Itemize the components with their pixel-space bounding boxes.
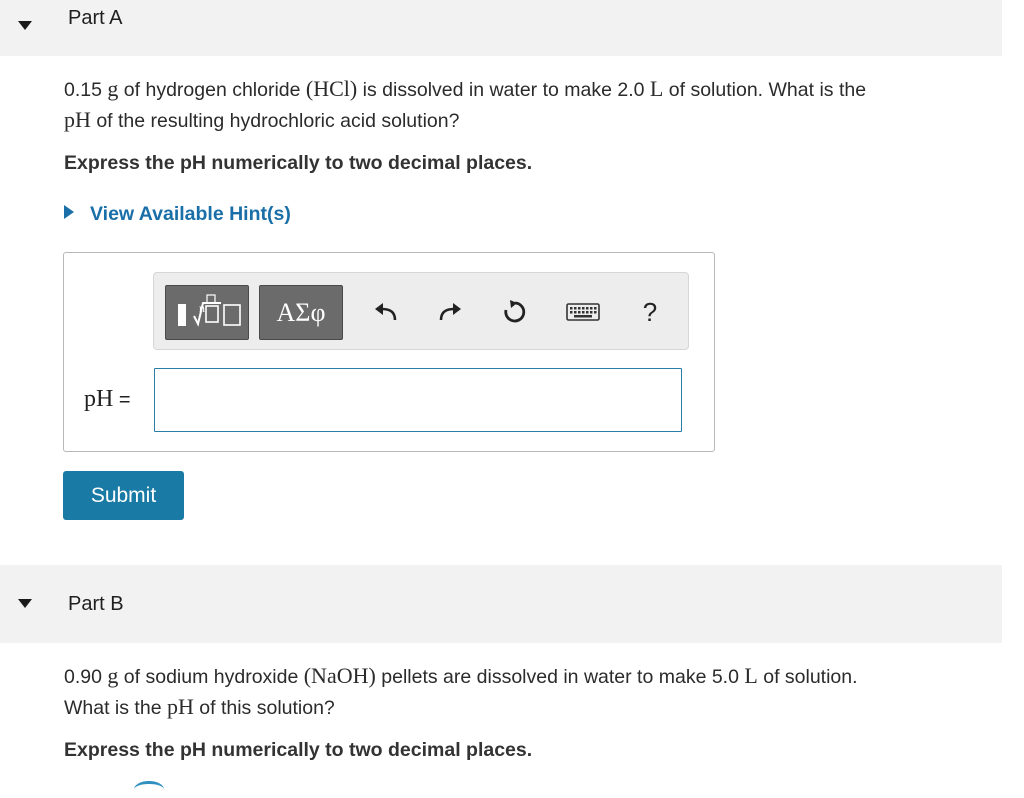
greek-symbols-button[interactable]: ΑΣφ — [259, 285, 343, 340]
part-a-header[interactable]: Part A — [0, 0, 1002, 56]
part-b-question: 0.90 g of sodium hydroxide (NaOH) pellet… — [64, 663, 858, 719]
view-hints-link[interactable]: View Available Hint(s) — [64, 203, 291, 226]
view-hints-label: View Available Hint(s) — [90, 203, 291, 225]
templates-icon: n — [178, 294, 241, 327]
redo-button[interactable] — [430, 289, 470, 335]
partial-hint-arrow-icon — [134, 781, 164, 798]
ph-answer-input[interactable] — [154, 368, 682, 432]
help-icon: ? — [642, 296, 658, 327]
keyboard-icon — [566, 303, 600, 321]
help-button[interactable]: ? — [630, 289, 670, 335]
redo-icon — [439, 303, 461, 321]
templates-button[interactable]: n — [165, 285, 249, 340]
collapse-caret-icon[interactable] — [18, 21, 32, 30]
reset-icon — [504, 300, 526, 323]
answer-panel: n ΑΣφ ? pH = — [63, 252, 715, 452]
ph-answer-label: pH = — [84, 386, 131, 412]
part-a-title: Part A — [68, 7, 123, 29]
submit-button[interactable]: Submit — [63, 471, 184, 520]
undo-icon — [375, 303, 397, 321]
math-toolbar: n ΑΣφ ? — [153, 272, 689, 350]
expand-triangle-icon — [64, 205, 74, 219]
part-b-header[interactable]: Part B — [0, 565, 1002, 643]
keyboard-button[interactable] — [563, 289, 603, 335]
undo-button[interactable] — [366, 289, 406, 335]
reset-button[interactable] — [494, 289, 534, 335]
greek-symbols-label: ΑΣφ — [276, 298, 326, 327]
part-b-title: Part B — [68, 593, 124, 615]
part-a-instruction: Express the pH numerically to two decima… — [64, 152, 533, 174]
collapse-caret-icon[interactable] — [18, 599, 32, 608]
part-a-question: 0.15 g of hydrogen chloride (HCl) is dis… — [64, 76, 867, 132]
part-b-instruction: Express the pH numerically to two decima… — [64, 739, 533, 761]
